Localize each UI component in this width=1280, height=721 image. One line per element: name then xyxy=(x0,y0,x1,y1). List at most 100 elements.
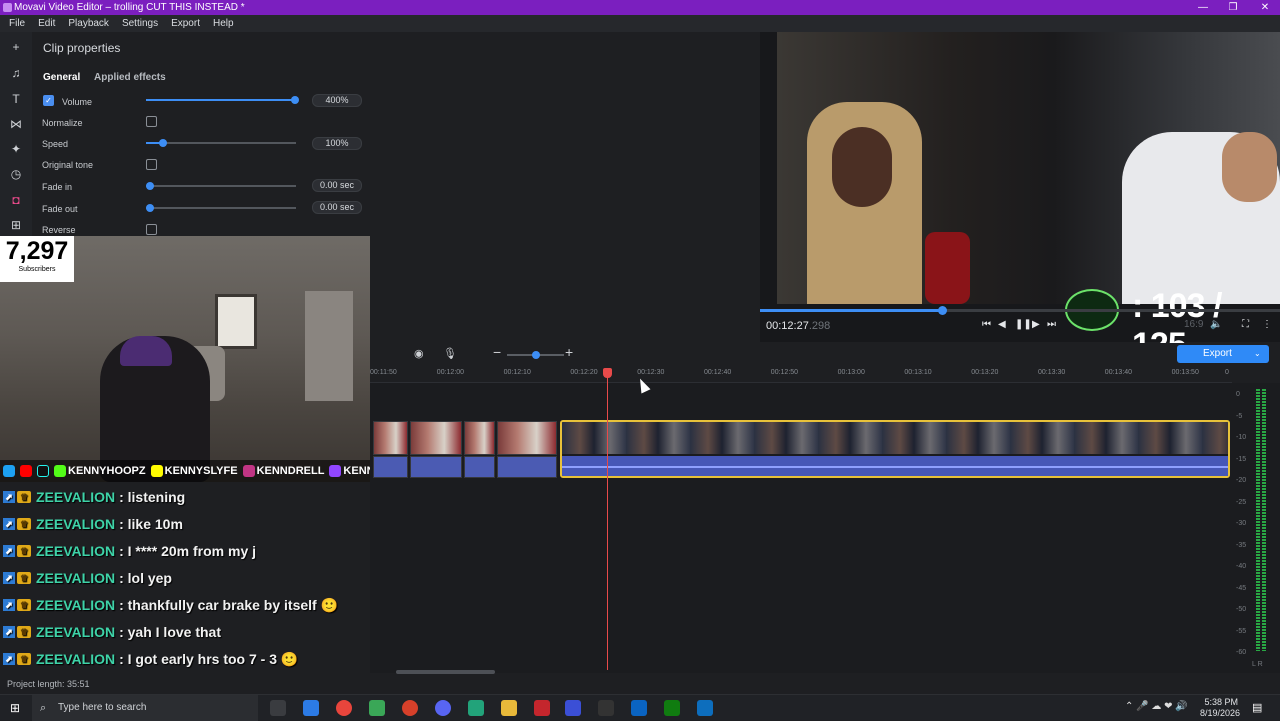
security-guard-head xyxy=(1222,132,1277,202)
timeline-scrollbar[interactable] xyxy=(396,670,495,674)
fade-out-value[interactable]: 0.00 sec xyxy=(312,201,362,214)
record-webcam-icon[interactable]: ◉ xyxy=(414,347,424,360)
restore-button[interactable]: ❐ xyxy=(1218,0,1248,15)
copilot-icon[interactable] xyxy=(303,700,319,716)
close-button[interactable]: ✕ xyxy=(1250,0,1280,15)
capcut-icon[interactable] xyxy=(598,700,614,716)
menu-edit[interactable]: Edit xyxy=(38,18,55,29)
panel-title: Clip properties xyxy=(43,41,121,55)
time-ms: .298 xyxy=(808,320,831,332)
tray-icons[interactable]: ⌃ 🎤 ☁ ❤ 🔊 xyxy=(1125,701,1188,712)
windows-start-icon[interactable]: ⊞ xyxy=(10,701,20,715)
audio-clip[interactable] xyxy=(373,456,408,478)
chat-message: ⬈ ♛ ZEEVALION: like 10m xyxy=(3,514,183,534)
menu-settings[interactable]: Settings xyxy=(122,18,158,29)
video-editor-icon[interactable] xyxy=(534,700,550,716)
more-tools-icon[interactable]: ⊞ xyxy=(9,218,23,232)
ruler-tick: 00:13:00 xyxy=(837,369,865,376)
previous-frame-icon[interactable]: ◀ xyxy=(998,319,1006,330)
playhead-handle[interactable] xyxy=(603,368,612,378)
export-label: Export xyxy=(1203,348,1232,359)
microphone-icon[interactable]: 🎙 xyxy=(443,347,457,360)
discord-icon[interactable] xyxy=(435,700,451,716)
notifications-icon[interactable]: ▤ xyxy=(1252,701,1262,714)
volume-value[interactable]: 400% xyxy=(312,94,362,107)
search-icon: ⌕ xyxy=(40,702,47,714)
playhead[interactable] xyxy=(603,368,612,670)
normalize-checkbox[interactable] xyxy=(146,116,157,127)
speed-label: Speed xyxy=(42,139,69,149)
video-clip[interactable] xyxy=(497,421,557,455)
volume-checkbox[interactable]: ✓ xyxy=(43,95,54,106)
tab-general[interactable]: General xyxy=(43,72,80,83)
fade-out-slider[interactable] xyxy=(146,204,296,212)
vu-scale-label: -60 xyxy=(1236,649,1247,656)
go-to-start-icon[interactable]: ⏮ xyxy=(982,319,991,330)
xbox-icon[interactable] xyxy=(664,700,680,716)
magic-wand-icon[interactable]: ✦ xyxy=(9,142,23,156)
app-icon-2[interactable] xyxy=(697,700,713,716)
zoom-out-icon[interactable]: − xyxy=(493,344,501,360)
audio-clip[interactable] xyxy=(464,456,495,478)
aspect-ratio[interactable]: 16:9 xyxy=(1184,319,1203,330)
zoom-slider[interactable] xyxy=(507,351,564,359)
ruler-tick: 00:12:10 xyxy=(503,369,531,376)
volume-icon[interactable]: 🔈 xyxy=(1210,319,1222,330)
next-frame-icon[interactable]: ▶ xyxy=(1032,319,1040,330)
minimize-button[interactable]: — xyxy=(1188,0,1218,15)
fade-in-slider[interactable] xyxy=(146,182,296,190)
video-clip[interactable] xyxy=(410,421,462,455)
pause-icon[interactable]: ❚❚ xyxy=(1015,319,1032,330)
video-preview[interactable] xyxy=(777,32,1280,304)
fullscreen-icon[interactable]: ⛶ xyxy=(1242,319,1249,330)
original-tone-checkbox[interactable] xyxy=(146,159,157,170)
outlook-icon[interactable] xyxy=(631,700,647,716)
tab-applied-effects[interactable]: Applied effects xyxy=(94,72,166,83)
video-clip[interactable] xyxy=(373,421,408,455)
app-icon[interactable] xyxy=(468,700,484,716)
export-button[interactable]: Export ⌄ xyxy=(1177,345,1269,363)
volume-label: Volume xyxy=(62,97,93,107)
tools-sidebar: + ♫ T ⋈ ✦ ◷ ◘ ⊞ xyxy=(0,32,32,242)
volume-slider[interactable] xyxy=(146,96,299,104)
go-to-end-icon[interactable]: ⏭ xyxy=(1047,319,1056,330)
music-icon[interactable]: ♫ xyxy=(9,66,23,80)
playback-time: 00:12:27.298 xyxy=(766,320,830,332)
reverse-checkbox[interactable] xyxy=(146,224,157,235)
more-icon[interactable]: ⋮ xyxy=(1262,319,1272,330)
menu-playback[interactable]: Playback xyxy=(68,18,109,29)
recorder-icon[interactable] xyxy=(402,700,418,716)
store-icon[interactable] xyxy=(369,700,385,716)
taskbar-search[interactable]: ⌕ Type here to search xyxy=(32,695,258,721)
chat-username: ZEEVALION xyxy=(36,597,116,613)
video-clip[interactable] xyxy=(464,421,495,455)
menu-help[interactable]: Help xyxy=(213,18,234,29)
speed-value[interactable]: 100% xyxy=(312,137,362,150)
playback-progress[interactable] xyxy=(760,306,1280,315)
task-view-icon[interactable] xyxy=(270,700,286,716)
selected-clip[interactable] xyxy=(560,420,1230,478)
menu-file[interactable]: File xyxy=(9,18,25,29)
add-icon[interactable]: + xyxy=(9,40,23,54)
player-panel: : 103 / 125 00:12:27.298 ⏮ ◀ ❚❚ ▶ ⏭ 16:9… xyxy=(760,32,1280,364)
chrome-icon[interactable] xyxy=(336,700,352,716)
audio-clip[interactable] xyxy=(497,456,557,478)
tray-clock[interactable]: 5:38 PM 8/19/2026 xyxy=(1200,697,1240,719)
zoom-in-icon[interactable]: + xyxy=(565,344,573,360)
vu-scale-label: 0 xyxy=(1236,391,1240,398)
transitions-icon[interactable]: ⋈ xyxy=(9,117,23,131)
speed-slider[interactable] xyxy=(146,139,296,147)
menu-export[interactable]: Export xyxy=(171,18,200,29)
social-twitter xyxy=(3,465,15,477)
export-dropdown-icon[interactable]: ⌄ xyxy=(1254,345,1261,363)
clock-icon[interactable]: ◷ xyxy=(9,167,23,181)
chat-message: ⬈ ♛ ZEEVALION: I got early hrs too 7 - 3 🙂 xyxy=(3,649,298,669)
filter-icon[interactable]: ◘ xyxy=(9,193,23,207)
movavi-taskbar-icon[interactable] xyxy=(565,700,581,716)
fade-in-value[interactable]: 0.00 sec xyxy=(312,179,362,192)
file-explorer-icon[interactable] xyxy=(501,700,517,716)
vu-scale-label: -30 xyxy=(1236,520,1247,527)
text-icon[interactable]: T xyxy=(9,92,23,106)
audio-clip[interactable] xyxy=(410,456,462,478)
timeline-ruler[interactable]: 00:11:50 00:12:00 00:12:10 00:12:20 00:12:30… xyxy=(370,365,1232,383)
